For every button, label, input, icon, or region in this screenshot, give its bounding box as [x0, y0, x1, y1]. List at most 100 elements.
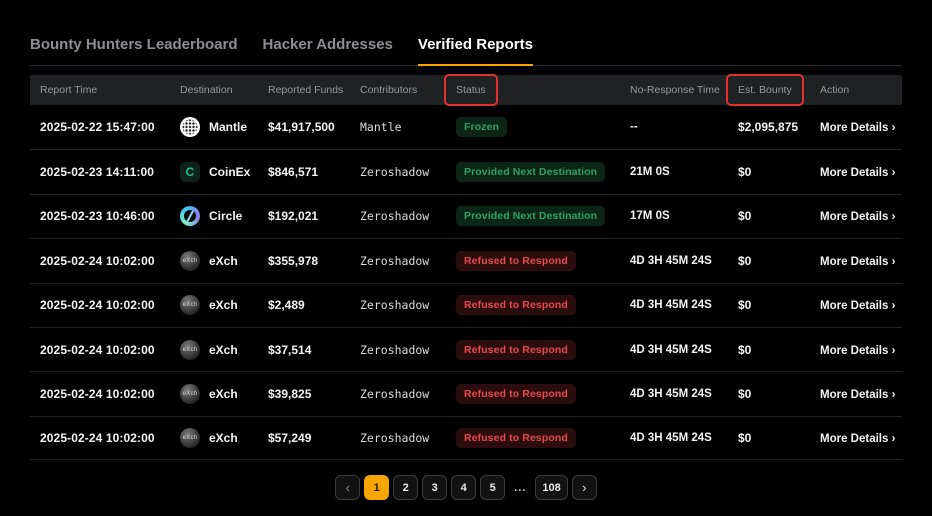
- more-details-link[interactable]: More Details ›: [820, 345, 895, 357]
- more-details-link[interactable]: More Details ›: [820, 122, 895, 134]
- reported-funds-cell: $37,514: [258, 343, 350, 357]
- report-time-cell: 2025-02-23 10:46:00: [30, 209, 170, 223]
- tab-bar: Bounty Hunters Leaderboard Hacker Address…: [30, 0, 902, 66]
- column-header-status: Status: [446, 84, 620, 96]
- column-header-label: Report Time: [40, 84, 97, 96]
- table-row: 2025-02-24 10:02:00 eXch $57,249 Zerosha…: [30, 416, 902, 460]
- status-badge: Refused to Respond: [456, 340, 576, 360]
- no-response-time-cell: 17M 0S: [620, 210, 728, 222]
- destination-cell: Circle: [170, 206, 258, 226]
- destination-label: eXch: [209, 431, 238, 445]
- report-time-cell: 2025-02-24 10:02:00: [30, 254, 170, 268]
- more-details-link[interactable]: More Details ›: [820, 211, 895, 223]
- pagination-page-5[interactable]: 5: [480, 475, 505, 500]
- reported-funds-cell: $2,489: [258, 298, 350, 312]
- exch-icon: [180, 295, 200, 315]
- pagination-page-3[interactable]: 3: [422, 475, 447, 500]
- report-time-cell: 2025-02-24 10:02:00: [30, 387, 170, 401]
- action-cell: More Details ›: [810, 252, 902, 270]
- destination-cell: eXch: [170, 384, 258, 404]
- status-cell: Refused to Respond: [446, 384, 620, 404]
- reported-funds-cell: $57,249: [258, 431, 350, 445]
- table-row: 2025-02-24 10:02:00 eXch $355,978 Zerosh…: [30, 238, 902, 282]
- more-details-link[interactable]: More Details ›: [820, 167, 895, 179]
- column-header-report-time: Report Time: [30, 84, 170, 96]
- est-bounty-cell: $0: [728, 298, 810, 312]
- exch-icon: [180, 384, 200, 404]
- contributors-cell: Zeroshadow: [350, 165, 446, 179]
- status-cell: Refused to Respond: [446, 428, 620, 448]
- table-row: 2025-02-24 10:02:00 eXch $39,825 Zerosha…: [30, 371, 902, 415]
- pagination-page-1[interactable]: 1: [364, 475, 389, 500]
- pagination-page-2[interactable]: 2: [393, 475, 418, 500]
- no-response-time-cell: 4D 3H 45M 24S: [620, 299, 728, 311]
- column-header-label: Status: [444, 74, 498, 106]
- est-bounty-cell: $0: [728, 254, 810, 268]
- pagination-prev-button[interactable]: ‹: [335, 475, 360, 500]
- pagination-ellipsis: ...: [509, 482, 531, 494]
- column-header-action: Action: [810, 84, 902, 96]
- est-bounty-cell: $2,095,875: [728, 120, 810, 134]
- destination-label: Mantle: [209, 120, 247, 134]
- status-badge: Provided Next Destination: [456, 162, 605, 182]
- exch-icon: [180, 251, 200, 271]
- mantle-icon: [180, 117, 200, 137]
- report-time-cell: 2025-02-24 10:02:00: [30, 431, 170, 445]
- table-row: 2025-02-22 15:47:00 Mantle $41,917,500 M…: [30, 105, 902, 149]
- action-cell: More Details ›: [810, 341, 902, 359]
- verified-reports-page: Bounty Hunters Leaderboard Hacker Address…: [30, 0, 902, 500]
- report-time-cell: 2025-02-24 10:02:00: [30, 343, 170, 357]
- column-header-label: Contributors: [360, 84, 417, 96]
- table-row: 2025-02-24 10:02:00 eXch $37,514 Zerosha…: [30, 327, 902, 371]
- circle-icon: [180, 206, 200, 226]
- exch-icon: [180, 340, 200, 360]
- est-bounty-cell: $0: [728, 343, 810, 357]
- status-badge: Refused to Respond: [456, 384, 576, 404]
- pagination-page-4[interactable]: 4: [451, 475, 476, 500]
- column-header-label: Destination: [180, 84, 233, 96]
- tab-hacker-addresses[interactable]: Hacker Addresses: [263, 36, 393, 66]
- no-response-time-cell: 4D 3H 45M 24S: [620, 344, 728, 356]
- destination-cell: Mantle: [170, 117, 258, 137]
- pagination-next-button[interactable]: ›: [572, 475, 597, 500]
- pagination: ‹ 12345 ... 108 ›: [30, 475, 902, 500]
- more-details-link[interactable]: More Details ›: [820, 433, 895, 445]
- exch-icon: [180, 428, 200, 448]
- more-details-link[interactable]: More Details ›: [820, 300, 895, 312]
- more-details-link[interactable]: More Details ›: [820, 389, 895, 401]
- column-header-label: Action: [820, 84, 849, 96]
- reported-funds-cell: $355,978: [258, 254, 350, 268]
- column-header-no-response-time: No-Response Time: [620, 84, 728, 96]
- action-cell: More Details ›: [810, 163, 902, 181]
- more-details-link[interactable]: More Details ›: [820, 256, 895, 268]
- reported-funds-cell: $846,571: [258, 165, 350, 179]
- tab-verified-reports[interactable]: Verified Reports: [418, 36, 533, 66]
- column-header-label: Reported Funds: [268, 84, 343, 96]
- reports-table: Report Time Destination Reported Funds C…: [30, 75, 902, 460]
- action-cell: More Details ›: [810, 118, 902, 136]
- no-response-time-cell: 4D 3H 45M 24S: [620, 255, 728, 267]
- table-row: 2025-02-23 10:46:00 Circle $192,021 Zero…: [30, 194, 902, 238]
- status-cell: Frozen: [446, 117, 620, 137]
- tab-bounty-hunters-leaderboard[interactable]: Bounty Hunters Leaderboard: [30, 36, 238, 66]
- est-bounty-cell: $0: [728, 165, 810, 179]
- contributors-cell: Zeroshadow: [350, 254, 446, 268]
- pagination-pages: 12345: [364, 475, 505, 500]
- no-response-time-cell: --: [620, 121, 728, 133]
- column-header-label: Est. Bounty: [726, 74, 804, 106]
- action-cell: More Details ›: [810, 385, 902, 403]
- contributors-cell: Zeroshadow: [350, 431, 446, 445]
- pagination-last-page-button[interactable]: 108: [535, 475, 567, 500]
- status-cell: Provided Next Destination: [446, 162, 620, 182]
- contributors-cell: Zeroshadow: [350, 343, 446, 357]
- status-badge: Provided Next Destination: [456, 206, 605, 226]
- destination-cell: eXch: [170, 340, 258, 360]
- destination-label: Circle: [209, 209, 242, 223]
- table-header-row: Report Time Destination Reported Funds C…: [30, 75, 902, 105]
- report-time-cell: 2025-02-22 15:47:00: [30, 120, 170, 134]
- est-bounty-cell: $0: [728, 387, 810, 401]
- destination-label: eXch: [209, 343, 238, 357]
- no-response-time-cell: 4D 3H 45M 24S: [620, 388, 728, 400]
- reported-funds-cell: $192,021: [258, 209, 350, 223]
- status-badge: Refused to Respond: [456, 251, 576, 271]
